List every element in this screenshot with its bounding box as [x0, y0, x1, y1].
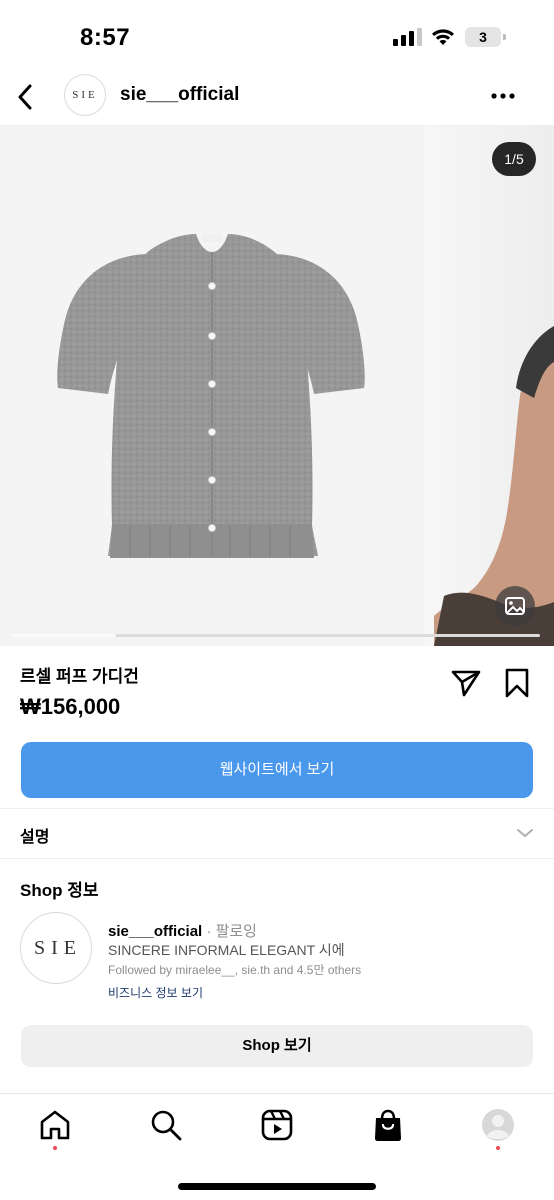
- carousel-progress: [10, 634, 540, 637]
- carousel-counter: 1/5: [492, 142, 536, 176]
- shop-info-title: Shop 정보: [20, 881, 99, 900]
- model-photo-peek: [434, 326, 554, 646]
- wifi-icon: [432, 29, 454, 45]
- divider: [0, 858, 554, 859]
- cellular-signal-icon: [393, 28, 422, 46]
- chevron-down-icon: [517, 829, 533, 838]
- view-shop-button[interactable]: Shop 보기: [21, 1025, 533, 1067]
- product-price: ₩156,000: [20, 694, 121, 719]
- following-button[interactable]: 팔로잉: [216, 923, 257, 940]
- shop-username[interactable]: sie___official: [108, 923, 202, 940]
- product-image-main[interactable]: [0, 126, 424, 646]
- business-info-link[interactable]: 비즈니스 정보 보기: [108, 984, 203, 1001]
- followed-by-text[interactable]: Followed by miraelee__, sie.th and 4.5만 …: [108, 961, 361, 978]
- post-header: SIE sie___official: [0, 70, 554, 126]
- shop-avatar[interactable]: SIE: [20, 912, 92, 984]
- more-dots-icon[interactable]: [488, 86, 518, 106]
- shopping-bag-icon[interactable]: [371, 1108, 405, 1142]
- home-icon[interactable]: [38, 1108, 72, 1142]
- search-icon[interactable]: [149, 1108, 183, 1142]
- profile-notification-dot: [496, 1146, 500, 1150]
- carousel-progress-fill: [10, 634, 116, 637]
- description-label: 설명: [20, 829, 50, 846]
- header-avatar[interactable]: SIE: [64, 74, 106, 116]
- cardigan-illustration: [57, 234, 365, 558]
- product-image-carousel[interactable]: 1/5: [0, 126, 554, 646]
- bookmark-icon[interactable]: [504, 667, 530, 699]
- product-name: 르셀 퍼프 가디건: [20, 667, 139, 686]
- shop-name-line: sie___official · 팔로잉: [108, 920, 257, 941]
- view-website-button[interactable]: 웹사이트에서 보기: [21, 742, 533, 798]
- send-share-icon[interactable]: [450, 668, 482, 698]
- status-time: 8:57: [80, 24, 131, 51]
- home-notification-dot: [53, 1146, 57, 1150]
- shop-bio: SINCERE INFORMAL ELEGANT 시에: [108, 942, 345, 958]
- status-bar: 8:57 3: [0, 0, 554, 70]
- profile-avatar-icon[interactable]: [481, 1108, 515, 1142]
- reels-icon[interactable]: [260, 1108, 294, 1142]
- separator-dot: ·: [206, 923, 212, 940]
- image-icon[interactable]: [495, 586, 535, 626]
- back-arrow-icon[interactable]: [12, 80, 40, 114]
- header-username[interactable]: sie___official: [120, 84, 239, 106]
- product-image-next[interactable]: [424, 126, 554, 646]
- home-indicator: [178, 1183, 376, 1190]
- battery-icon: 3: [465, 27, 506, 47]
- description-row[interactable]: 설명: [0, 809, 554, 859]
